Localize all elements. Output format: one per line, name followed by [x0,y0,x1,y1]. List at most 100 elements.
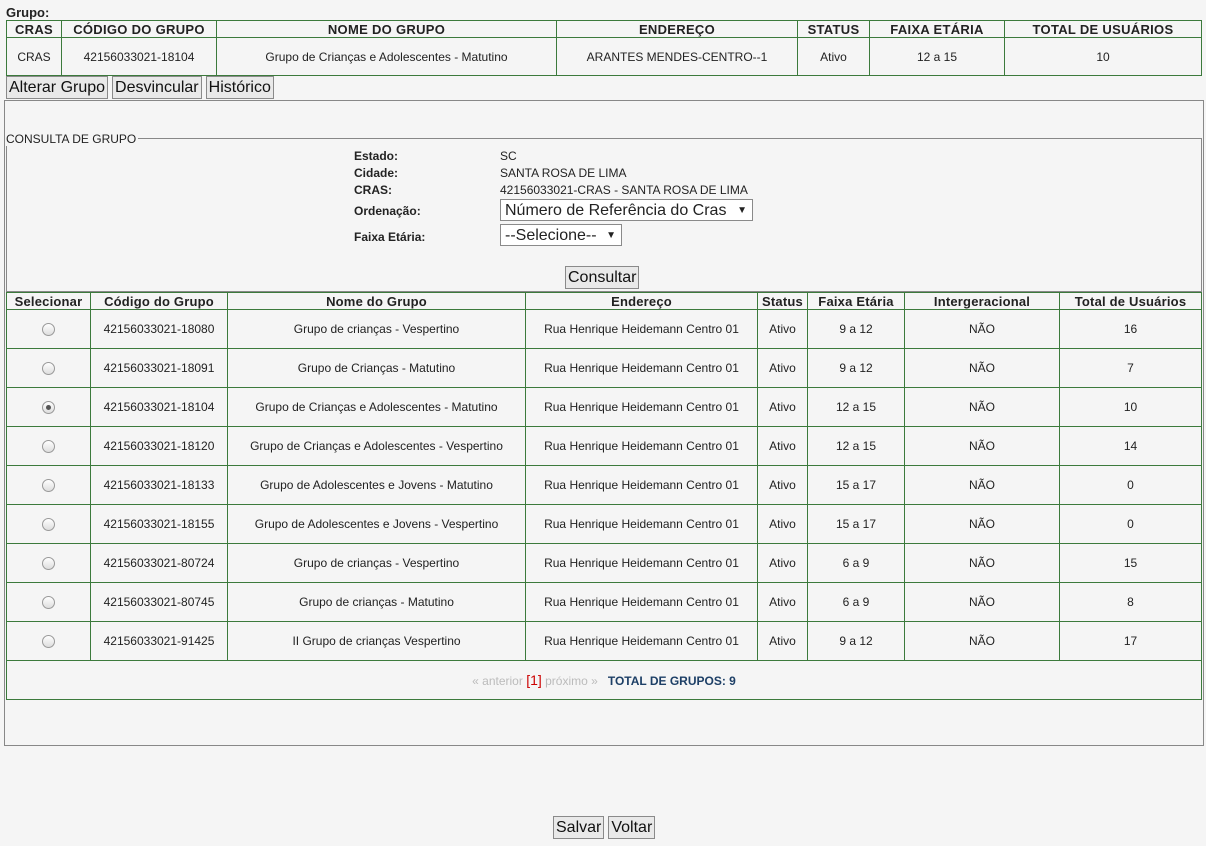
select-radio[interactable] [42,635,55,649]
cell-total: 0 [1059,465,1202,505]
grupo-label: Grupo: [6,5,50,20]
cell-faixa: 12 a 15 [869,37,1005,76]
cell-nome: Grupo de Adolescentes e Jovens - Matutin… [227,465,526,505]
faixa-selected-value: --Selecione-- [505,227,597,244]
header-status: Status [757,292,808,310]
header-selecionar: Selecionar [6,292,91,310]
table-row: 42156033021-91425 II Grupo de crianças Ve… [6,621,1202,661]
cell-status: Ativo [757,504,808,544]
select-radio[interactable] [42,479,55,493]
cell-total: 10 [1004,37,1202,76]
cell-intergeracional: NÃO [904,582,1060,622]
cell-intergeracional: NÃO [904,309,1060,349]
cell-endereco: Rua Henrique Heidemann Centro 01 [525,543,758,583]
cell-endereco: Rua Henrique Heidemann Centro 01 [525,465,758,505]
cell-status: Ativo [757,348,808,388]
cell-total: 17 [1059,621,1202,661]
cras-label: CRAS: [354,183,392,197]
cell-status: Ativo [757,426,808,466]
cell-intergeracional: NÃO [904,543,1060,583]
cell-faixa: 6 a 9 [807,543,905,583]
cell-status: Ativo [757,543,808,583]
salvar-button[interactable]: Salvar [553,816,605,839]
select-cell [6,543,91,583]
header-total-usuarios: TOTAL DE USUÁRIOS [1004,20,1202,38]
cell-codigo: 42156033021-80745 [90,582,228,622]
historico-button[interactable]: Histórico [205,76,274,99]
cell-faixa: 6 a 9 [807,582,905,622]
chevron-down-icon: ▼ [737,205,747,216]
select-radio[interactable] [42,557,55,571]
cell-endereco: Rua Henrique Heidemann Centro 01 [525,426,758,466]
header-intergeracional: Intergeracional [904,292,1060,310]
cell-cras: CRAS [6,37,62,76]
select-radio[interactable] [42,401,55,415]
estado-value: SC [500,149,517,163]
header-endereco: Endereço [525,292,758,310]
cell-intergeracional: NÃO [904,348,1060,388]
ordenacao-label: Ordenação: [354,204,421,218]
current-group-row: CRAS 42156033021-18104 Grupo de Crianças… [6,37,1202,76]
cell-faixa: 12 a 15 [807,387,905,427]
cell-total: 8 [1059,582,1202,622]
select-radio[interactable] [42,362,55,376]
groups-header-row: Selecionar Código do Grupo Nome do Grupo… [6,292,1202,310]
cell-status: Ativo [757,621,808,661]
cell-status: Ativo [797,37,870,76]
cell-nome: Grupo de Adolescentes e Jovens - Vespert… [227,504,526,544]
pager-row: « anterior [1] próximo » TOTAL DE GRUPOS… [6,660,1202,700]
footer-actions: Salvar Voltar [553,816,656,839]
pager-next-link[interactable]: próximo » [545,674,598,688]
cell-endereco: Rua Henrique Heidemann Centro 01 [525,582,758,622]
select-radio[interactable] [42,596,55,610]
select-cell [6,387,91,427]
desvincular-button[interactable]: Desvincular [112,76,202,99]
group-actions: Alterar Grupo Desvincular Histórico [6,76,274,99]
header-status: STATUS [797,20,870,38]
cell-nome: Grupo de Crianças e Adolescentes - Matut… [216,37,557,76]
table-row: 42156033021-18133 Grupo de Adolescentes e… [6,465,1202,505]
cell-nome: Grupo de crianças - Vespertino [227,543,526,583]
header-codigo-grupo: CÓDIGO DO GRUPO [61,20,217,38]
cell-total: 7 [1059,348,1202,388]
total-groups-count: TOTAL DE GRUPOS: 9 [607,674,736,688]
select-radio[interactable] [42,440,55,454]
cell-faixa: 9 a 12 [807,309,905,349]
cell-intergeracional: NÃO [904,621,1060,661]
cell-intergeracional: NÃO [904,504,1060,544]
alterar-grupo-button[interactable]: Alterar Grupo [6,76,109,99]
select-cell [6,465,91,505]
header-codigo-grupo: Código do Grupo [90,292,228,310]
cell-intergeracional: NÃO [904,387,1060,427]
consultar-button[interactable]: Consultar [565,266,640,289]
select-cell [6,426,91,466]
cell-faixa: 15 a 17 [807,465,905,505]
chevron-down-icon: ▼ [606,230,616,241]
select-cell [6,621,91,661]
select-cell [6,582,91,622]
cell-endereco: Rua Henrique Heidemann Centro 01 [525,504,758,544]
cell-nome: Grupo de Crianças e Adolescentes - Vespe… [227,426,526,466]
select-radio[interactable] [42,518,55,532]
cell-nome: II Grupo de crianças Vespertino [227,621,526,661]
pager-prev-link[interactable]: « anterior [472,674,523,688]
table-row: 42156033021-80724 Grupo de crianças - Ves… [6,543,1202,583]
table-row: 42156033021-18080 Grupo de crianças - Ves… [6,309,1202,349]
cell-intergeracional: NÃO [904,426,1060,466]
cell-status: Ativo [757,309,808,349]
select-radio[interactable] [42,323,55,337]
consulta-legend: CONSULTA DE GRUPO [6,132,139,146]
cell-total: 15 [1059,543,1202,583]
pager-current-page[interactable]: [1] [526,672,542,688]
cell-nome: Grupo de crianças - Vespertino [227,309,526,349]
groups-table: Selecionar Código do Grupo Nome do Grupo… [6,292,1202,700]
cell-faixa: 15 a 17 [807,504,905,544]
ordenacao-select[interactable]: Número de Referência do Cras ▼ [500,199,753,221]
faixa-etaria-select[interactable]: --Selecione-- ▼ [500,224,622,246]
table-row: 42156033021-18120 Grupo de Crianças e Ado… [6,426,1202,466]
pager: « anterior [1] próximo » TOTAL DE GRUPOS… [6,660,1202,700]
table-row: 42156033021-18091 Grupo de Crianças - Mat… [6,348,1202,388]
voltar-button[interactable]: Voltar [608,816,656,839]
cell-status: Ativo [757,465,808,505]
header-faixa-etaria: Faixa Etária [807,292,905,310]
